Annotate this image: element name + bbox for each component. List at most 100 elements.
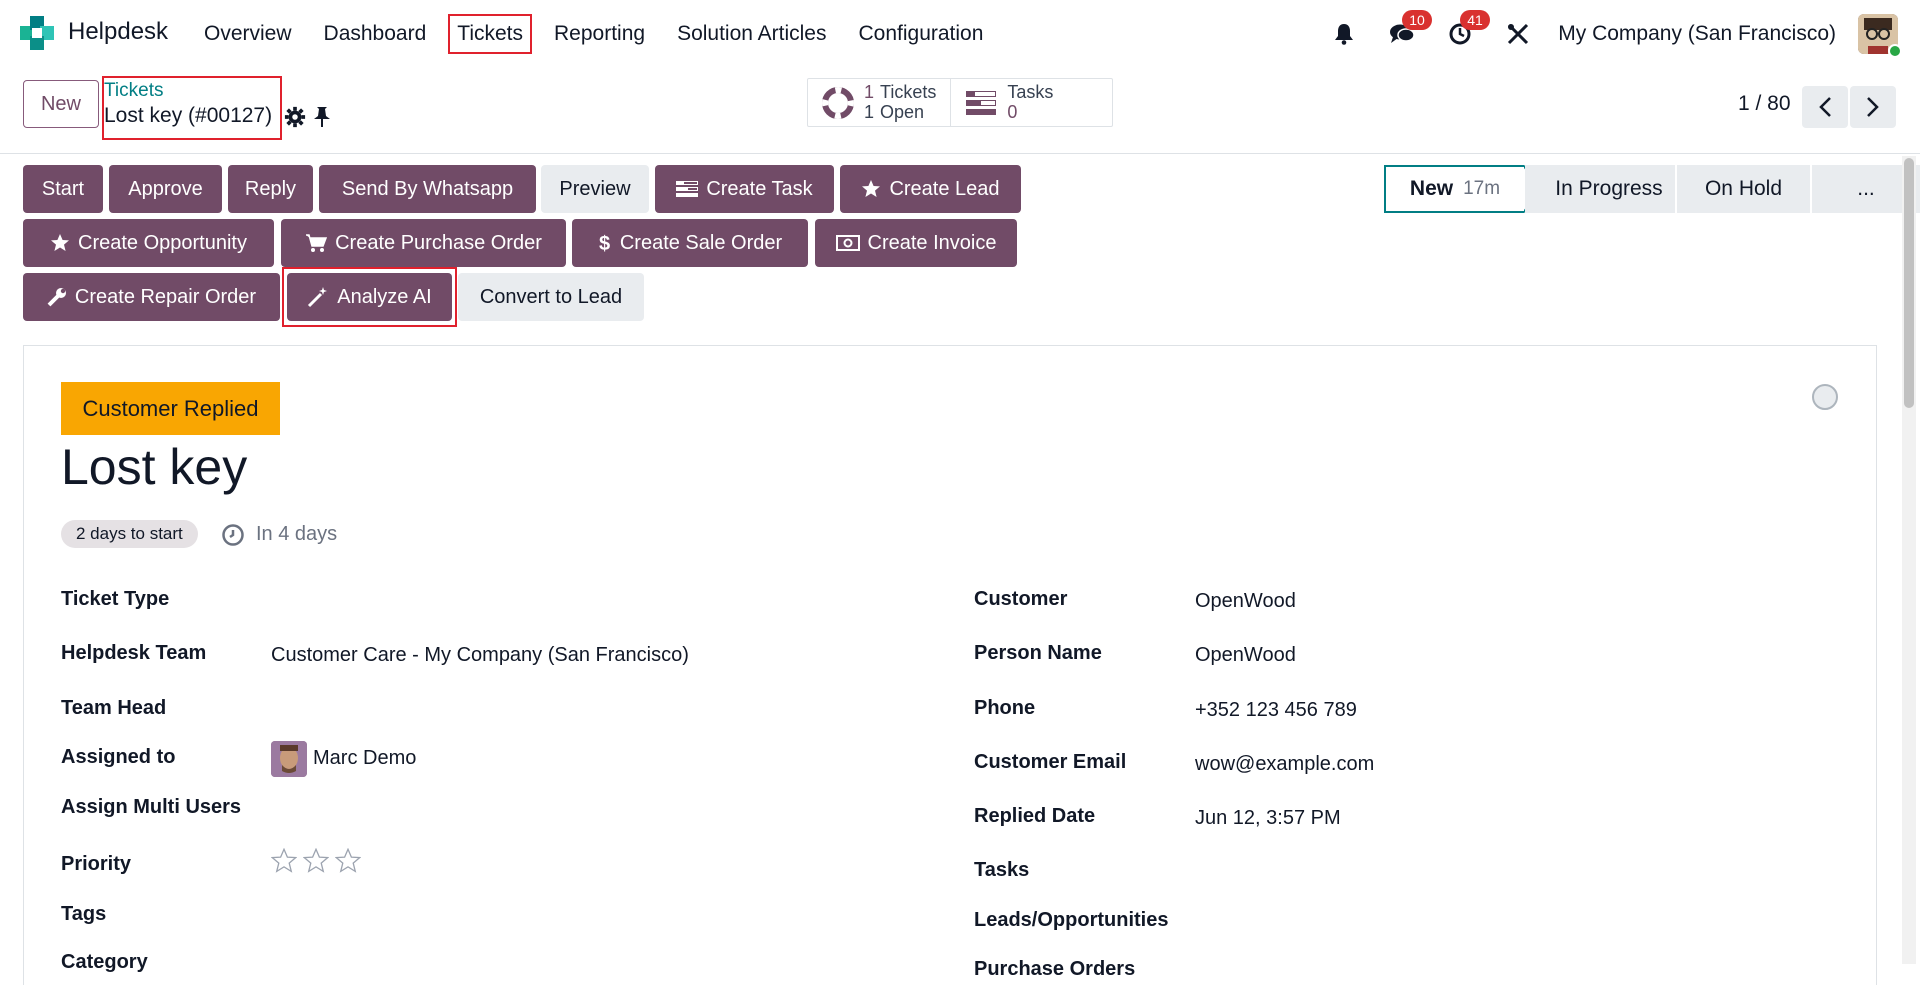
user-avatar[interactable] (1858, 14, 1902, 58)
systray: 10 41 My Company (San Francisco) (1326, 0, 1920, 68)
create-lead-button[interactable]: Create Lead (840, 165, 1021, 213)
gear-icon[interactable] (284, 106, 306, 128)
create-opportunity-button[interactable]: Create Opportunity (23, 219, 274, 267)
analyze-ai-highlight (282, 267, 457, 327)
create-task-button[interactable]: Create Task (655, 165, 834, 213)
reply-button[interactable]: Reply (228, 165, 313, 213)
menu-reporting[interactable]: Reporting (538, 14, 661, 54)
stage-new-label: New (1409, 177, 1454, 200)
menu-configuration[interactable]: Configuration (842, 14, 999, 54)
helpdesk-logo-icon[interactable] (20, 16, 54, 50)
smart-button-tickets[interactable]: 1 Tickets 1 Open (808, 79, 950, 126)
customer-value[interactable]: OpenWood (1195, 590, 1296, 613)
stage-duration: 17m (1463, 178, 1501, 199)
start-button[interactable]: Start (23, 165, 103, 213)
team-head-label: Team Head (61, 697, 167, 719)
create-purchase-order-button[interactable]: Create Purchase Order (281, 219, 566, 267)
menu-tickets[interactable]: Tickets (448, 14, 532, 54)
approve-button[interactable]: Approve (109, 165, 222, 213)
menu-dashboard[interactable]: Dashboard (308, 14, 443, 54)
debug-tools-icon[interactable] (1500, 16, 1536, 52)
tasks-label: Tasks (1007, 81, 1054, 102)
send-by-whatsapp-button[interactable]: Send By Whatsapp (319, 165, 536, 213)
priority-star-icon[interactable] (303, 848, 329, 874)
helpdesk-team-label: Helpdesk Team (61, 642, 207, 664)
person-name-value[interactable]: OpenWood (1195, 644, 1296, 667)
messages-chat-icon[interactable]: 10 (1384, 10, 1432, 52)
create-task-label: Create Task (706, 177, 813, 200)
notifications-bell-icon[interactable] (1326, 16, 1362, 52)
assign-multi-users-label: Assign Multi Users (61, 796, 242, 818)
pager-next-button[interactable] (1850, 86, 1896, 128)
assignee-avatar (271, 741, 307, 777)
wrench-icon (47, 288, 66, 307)
pager-previous-button[interactable] (1802, 86, 1848, 128)
tasks-field-label: Tasks (974, 859, 1030, 881)
pager-value[interactable]: 1 / 80 (1738, 92, 1791, 116)
smart-buttons: 1 Tickets 1 Open Tasks 0 (807, 78, 1113, 127)
page-scrollbar[interactable] (1902, 156, 1916, 964)
star-icon (862, 180, 881, 197)
tags-label: Tags (61, 903, 107, 925)
company-switcher[interactable]: My Company (San Francisco) (1558, 22, 1836, 46)
preview-button[interactable]: Preview (541, 165, 649, 213)
priority-star-icon[interactable] (335, 848, 361, 874)
customer-email-value[interactable]: wow@example.com (1195, 753, 1374, 776)
open-label: Open (880, 101, 925, 122)
money-icon (835, 235, 860, 251)
breadcrumb-tickets-link[interactable]: Tickets (104, 80, 163, 102)
category-label: Category (61, 951, 148, 973)
lifebuoy-icon (822, 86, 854, 119)
tickets-count: 1 (864, 81, 875, 102)
create-sale-order-button[interactable]: $ Create Sale Order (572, 219, 808, 267)
open-count: 1 (864, 101, 875, 122)
menu-overview[interactable]: Overview (188, 14, 308, 54)
tasks-count: 0 (1007, 101, 1018, 122)
replied-date-value[interactable]: Jun 12, 3:57 PM (1195, 807, 1341, 830)
dollar-icon: $ (599, 233, 610, 254)
kanban-state-circle[interactable] (1812, 384, 1838, 410)
tickets-label: Tickets (880, 81, 937, 102)
shopping-cart-icon (306, 234, 328, 252)
deadline-text[interactable]: In 4 days (256, 523, 337, 546)
create-repair-order-label: Create Repair Order (74, 285, 257, 308)
helpdesk-team-value[interactable]: Customer Care - My Company (San Francisc… (271, 644, 689, 667)
chevron-left-icon (1819, 97, 1831, 117)
create-repair-order-button[interactable]: Create Repair Order (23, 273, 280, 321)
create-invoice-label: Create Invoice (867, 231, 997, 254)
assigned-to-value[interactable]: Marc Demo (313, 747, 416, 770)
online-status-dot (1888, 44, 1902, 58)
create-sale-order-label: Create Sale Order (619, 231, 783, 254)
smart-button-tasks[interactable]: Tasks 0 (950, 79, 1067, 126)
customer-label: Customer (974, 588, 1068, 610)
ticket-form-sheet: Customer Replied Lost key 2 days to star… (23, 345, 1877, 985)
menu-solution-articles[interactable]: Solution Articles (661, 14, 842, 54)
convert-to-lead-button[interactable]: Convert to Lead (458, 273, 644, 321)
main-menu: Overview Dashboard Tickets Reporting Sol… (188, 0, 999, 68)
stage-in-progress[interactable]: In Progress (1525, 165, 1675, 213)
ticket-title[interactable]: Lost key (61, 438, 247, 496)
priority-star-icon[interactable] (271, 848, 297, 874)
activities-clock-icon[interactable]: 41 (1442, 10, 1490, 52)
start-pill: 2 days to start (61, 520, 198, 548)
pin-icon[interactable] (312, 106, 332, 128)
star-icon (51, 234, 69, 251)
create-opportunity-label: Create Opportunity (78, 231, 247, 254)
scrollbar-thumb[interactable] (1904, 158, 1914, 408)
app-name[interactable]: Helpdesk (68, 18, 168, 46)
stage-on-hold[interactable]: On Hold (1675, 165, 1810, 213)
priority-label: Priority (61, 853, 132, 875)
activities-badge: 41 (1460, 10, 1490, 30)
breadcrumb-current: Lost key (#00127) (104, 104, 273, 127)
phone-label: Phone (974, 697, 1036, 719)
control-panel: New Tickets Lost key (#00127) 1 Tickets 1… (0, 68, 1920, 154)
new-button[interactable]: New (23, 80, 99, 128)
create-invoice-button[interactable]: Create Invoice (815, 219, 1017, 267)
top-navbar: Helpdesk Overview Dashboard Tickets Repo… (0, 0, 1920, 68)
leads-opportunities-label: Leads/Opportunities (974, 909, 1169, 931)
stage-new[interactable]: New 17m (1384, 165, 1524, 213)
replied-date-label: Replied Date (974, 805, 1096, 827)
phone-value[interactable]: +352 123 456 789 (1195, 699, 1357, 722)
customer-replied-ribbon: Customer Replied (61, 382, 280, 435)
chevron-right-icon (1867, 97, 1879, 117)
